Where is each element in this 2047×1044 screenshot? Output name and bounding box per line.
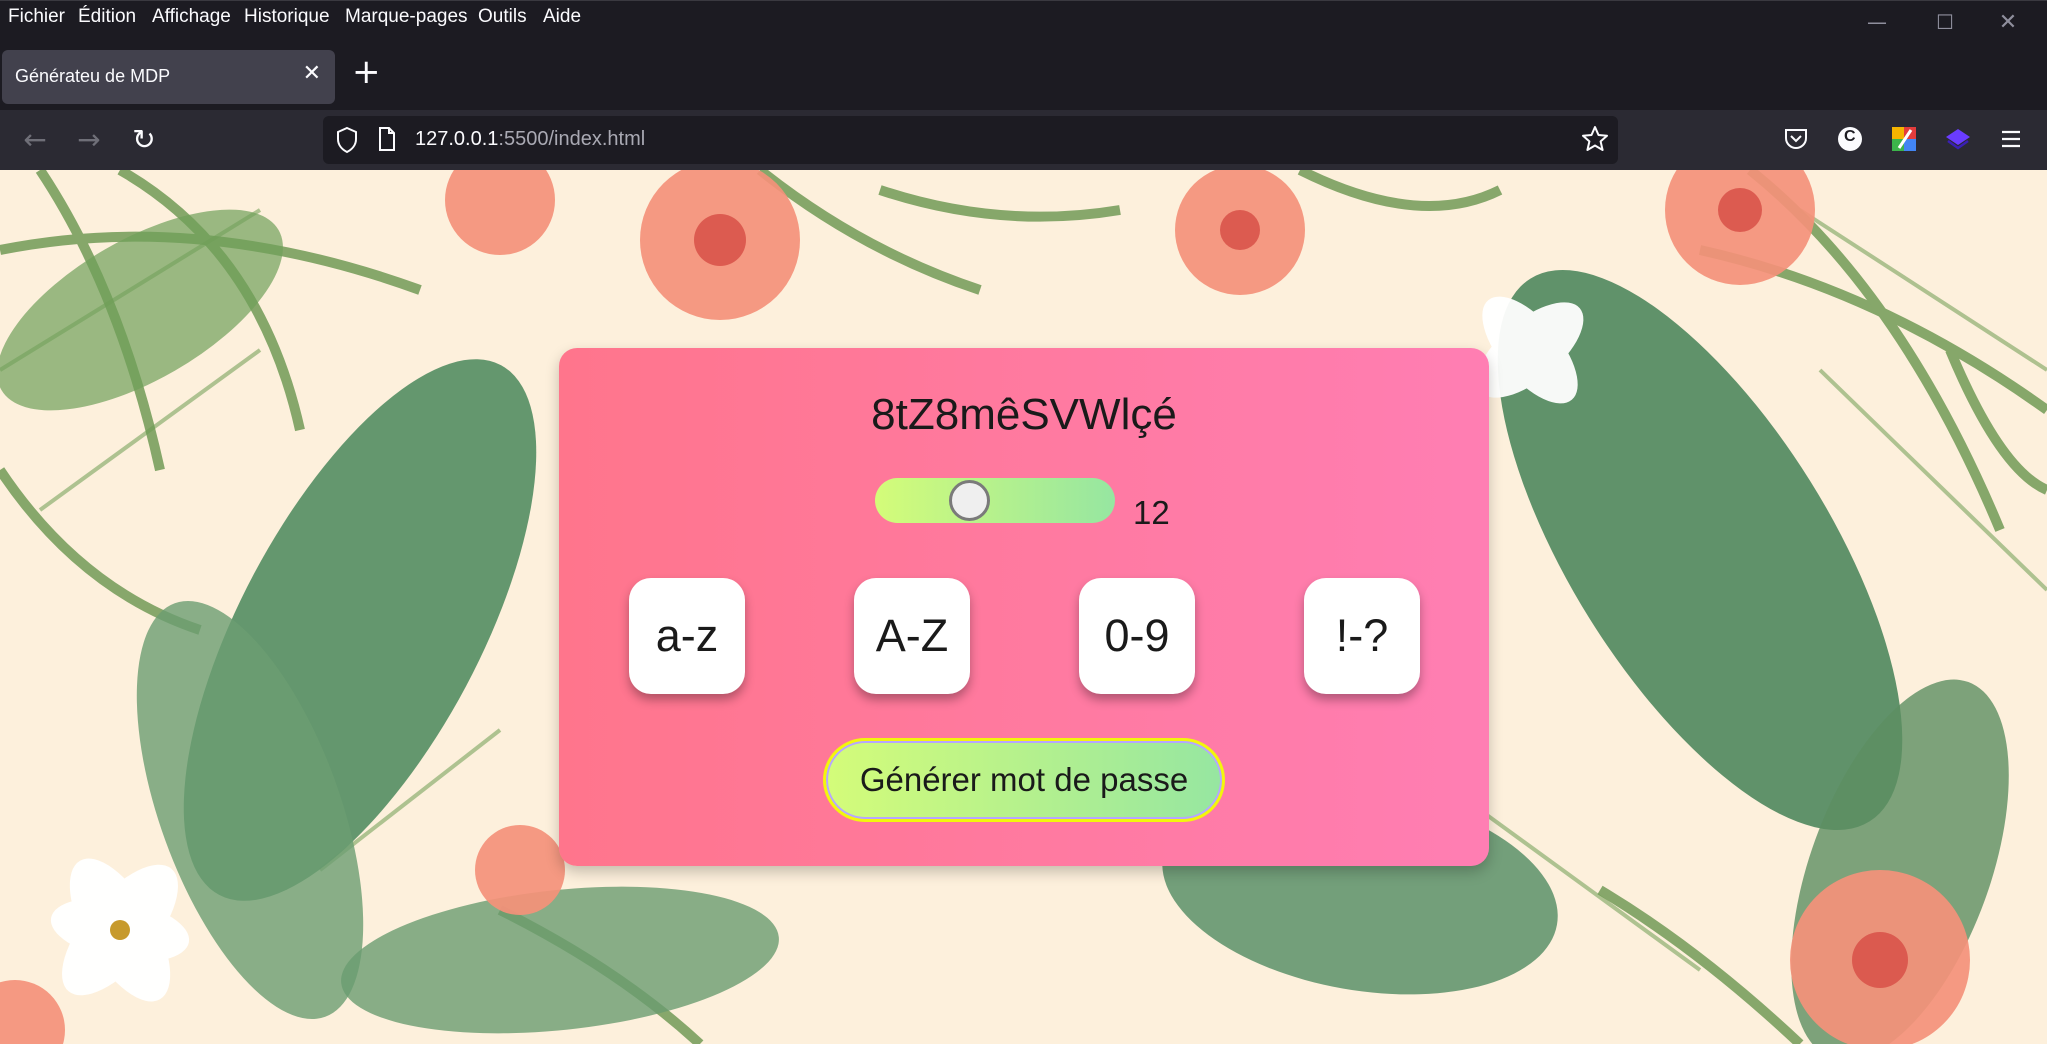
password-generator-card: 8tZ8mêSVWlçé 12 a-z A-Z 0-9 !-? Générer … bbox=[559, 348, 1489, 866]
length-slider[interactable] bbox=[875, 478, 1115, 523]
back-button[interactable]: ← bbox=[17, 123, 53, 157]
uppercase-toggle-button[interactable]: A-Z bbox=[854, 578, 970, 694]
menu-outils[interactable]: Outils bbox=[478, 6, 527, 28]
menu-fichier[interactable]: Fichier bbox=[8, 6, 65, 28]
menu-aide[interactable]: Aide bbox=[543, 6, 581, 28]
menu-edition[interactable]: Édition bbox=[78, 6, 136, 28]
length-value: 12 bbox=[1133, 494, 1170, 531]
page-icon[interactable] bbox=[377, 126, 397, 156]
url-text[interactable]: 127.0.0.1:5500/index.html bbox=[415, 128, 645, 151]
page-viewport: 8tZ8mêSVWlçé 12 a-z A-Z 0-9 !-? Générer … bbox=[0, 170, 2047, 1044]
url-host: 127.0.0.1 bbox=[415, 128, 499, 150]
tab-active[interactable]: Générateu de MDP ✕ bbox=[2, 50, 335, 104]
shield-icon[interactable] bbox=[335, 126, 359, 158]
extension-c-icon[interactable]: C bbox=[1836, 124, 1864, 154]
menu-affichage[interactable]: Affichage bbox=[152, 6, 231, 28]
tab-strip: Générateu de MDP ✕ + bbox=[0, 32, 2047, 110]
tab-close-icon[interactable]: ✕ bbox=[303, 61, 321, 86]
colorpicker-extension-icon[interactable] bbox=[1890, 124, 1918, 154]
url-bar[interactable]: 127.0.0.1:5500/index.html bbox=[323, 116, 1618, 164]
hamburger-menu-icon[interactable] bbox=[1997, 124, 2025, 154]
menu-marque-pages[interactable]: Marque-pages bbox=[345, 6, 468, 28]
nav-bar: ← → ↻ 127.0.0.1:5500/index.html C bbox=[0, 110, 2047, 170]
generated-password: 8tZ8mêSVWlçé bbox=[871, 390, 1177, 439]
forward-button[interactable]: → bbox=[71, 123, 107, 157]
tab-title: Générateu de MDP bbox=[15, 66, 171, 86]
reload-button[interactable]: ↻ bbox=[126, 123, 162, 157]
layers-extension-icon[interactable] bbox=[1944, 124, 1972, 154]
menu-bar: Fichier Édition Affichage Historique Mar… bbox=[0, 0, 2047, 35]
bookmark-star-icon[interactable] bbox=[1581, 125, 1609, 157]
digits-toggle-button[interactable]: 0-9 bbox=[1079, 578, 1195, 694]
new-tab-button[interactable]: + bbox=[352, 55, 381, 89]
generate-password-button[interactable]: Générer mot de passe bbox=[823, 738, 1225, 822]
length-slider-thumb[interactable] bbox=[948, 480, 990, 521]
symbols-toggle-button[interactable]: !-? bbox=[1304, 578, 1420, 694]
pocket-icon[interactable] bbox=[1782, 124, 1810, 154]
lowercase-toggle-button[interactable]: a-z bbox=[629, 578, 745, 694]
url-path: :5500/index.html bbox=[498, 128, 646, 150]
extension-c-label: C bbox=[1844, 128, 1856, 145]
menu-historique[interactable]: Historique bbox=[244, 6, 330, 28]
